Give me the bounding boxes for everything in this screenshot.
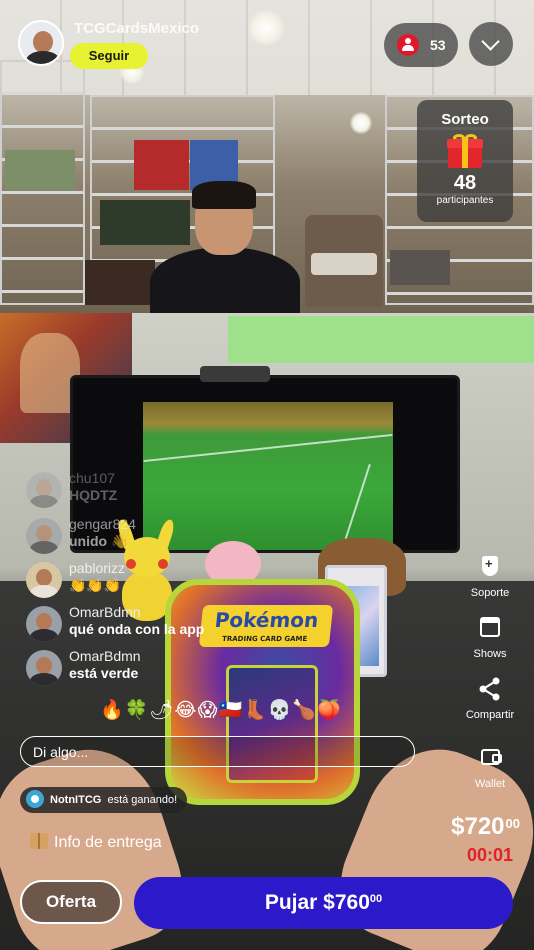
viewer-count: 53 [430,37,446,53]
chat-message: gengar824 unido 👋 [24,516,324,556]
person-body [150,247,300,313]
avatar-face [36,479,52,496]
chat-message: OmarBdmn está verde [24,648,324,688]
user-icon [397,34,419,56]
shield-shape [482,556,498,576]
avatar-shirt [26,51,60,64]
product-boxes [85,260,155,305]
chat-avatar [26,562,62,598]
chat-text: unido 👋 [69,533,129,549]
shield-icon [476,553,504,581]
avatar-shirt [30,629,58,642]
wallet-shape [481,749,502,765]
chevron-down-icon[interactable] [469,22,513,66]
bid-cents: 00 [369,893,383,905]
avatar-shirt [30,585,58,598]
reaction-bar[interactable]: 🔥🍀🌶😂😱🇨🇱👢💀🍗🍑 [100,698,341,721]
streamer-avatar[interactable] [18,20,64,66]
chat-username: OmarBdmn [69,604,141,620]
winner-status: está ganando! [107,794,178,806]
winner-avatar [26,790,44,809]
wallet-button[interactable]: Wallet [452,744,528,790]
current-price: $72000 [430,813,520,841]
avatar-face [36,657,52,674]
avatar-shirt [30,495,58,508]
delivery-label: Info de entrega [54,834,162,851]
chat-text: 👏👏👏 [69,577,122,593]
giveaway-card[interactable]: Sorteo 48 participantes [417,100,513,222]
gift-ribbon [462,139,468,168]
avatar-shirt [30,541,58,554]
winner-username: NotnITCG [50,794,102,806]
avatar-shirt [30,673,58,686]
giveaway-title: Sorteo [441,111,489,128]
shows-label: Shows [473,648,507,660]
bid-label: Pujar $760 [264,891,370,914]
product-boxes [390,250,450,285]
calendar-shape [480,617,500,637]
avatar-face [36,569,52,586]
winning-bidder-pill: NotnITCG está ganando! [20,787,188,813]
streamer-username[interactable]: TCGCardsMexico [74,20,199,37]
bid-button[interactable]: Pujar $76000 [134,877,513,929]
wallet-label: Wallet [474,778,506,790]
streamer-person [150,181,300,313]
support-label: Soporte [470,587,510,599]
chat-text: qué onda con la app [69,621,205,637]
avatar-face [33,31,53,53]
wallet-icon [476,744,504,772]
delivery-info-link[interactable]: Info de entrega [30,833,162,852]
green-screen [228,316,534,363]
avatar-face [36,525,52,542]
share-label: Compartir [465,709,515,721]
giveaway-label: participantes [436,195,494,206]
chat-message: chu107 HQDTZ [24,470,324,510]
chat-avatar [26,472,62,508]
package-icon [30,833,48,849]
shows-button[interactable]: Shows [452,614,528,660]
gift-icon [447,134,483,168]
chat-text: HQDTZ [69,487,118,503]
avatar-face [36,613,52,630]
viewer-count-pill[interactable]: 53 [384,23,458,67]
price-main: $720 [451,813,505,840]
webcam [200,366,270,382]
giveaway-count: 48 [453,172,477,194]
chat-avatar [26,650,62,686]
chat-message: OmarBdmn qué onda con la app [24,604,324,644]
share-icon [476,675,504,703]
auction-timer: 00:01 [466,845,513,865]
chat-username: OmarBdmn [69,648,141,664]
chat-username: pablorizz [69,560,126,576]
offer-button[interactable]: Oferta [20,880,122,924]
product-boxes [134,140,189,190]
stream-header: TCGCardsMexico Seguir 53 [0,0,534,95]
chair [305,215,383,307]
chat-username: gengar824 [69,516,136,532]
product-boxes [5,150,75,190]
chat-username: chu107 [69,470,115,486]
chat-text: está verde [69,665,139,681]
price-cents: 00 [505,816,520,831]
chat-avatar [26,518,62,554]
chat-avatar [26,606,62,642]
ceiling-light [350,112,372,134]
share-button[interactable]: Compartir [452,675,528,721]
comment-input[interactable] [20,736,415,767]
follow-button[interactable]: Seguir [70,43,148,69]
chat-message: pablorizz 👏👏👏 [24,560,324,600]
person-hair [192,181,256,209]
share-glyph [479,677,500,701]
support-button[interactable]: Soporte [452,553,528,599]
calendar-icon [476,614,504,642]
